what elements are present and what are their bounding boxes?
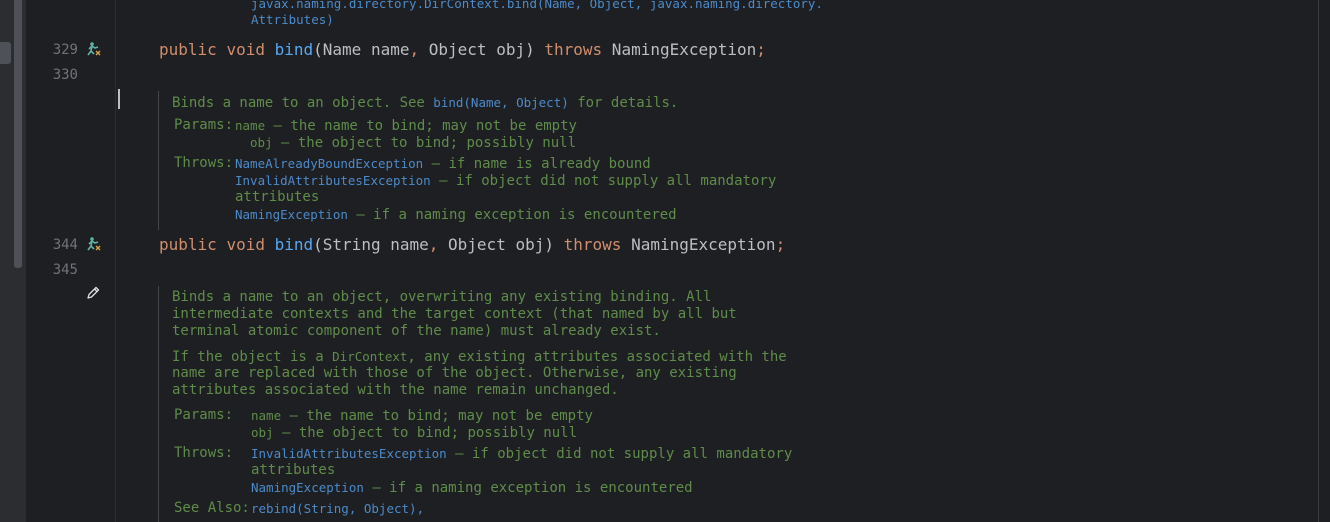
param-desc: – the object to bind; possibly null: [273, 425, 578, 441]
pencil-icon[interactable]: [85, 285, 101, 301]
throw-desc: – if a naming exception is encountered: [363, 480, 693, 496]
param-desc: – the name to bind; may not be empty: [281, 408, 593, 424]
exception-type: NamingException: [621, 235, 776, 254]
doc-paragraph: attributes associated with the name rema…: [172, 382, 619, 398]
doc-paragraph: intermediate contexts and the target con…: [172, 306, 737, 322]
throws-label: Throws:: [174, 155, 234, 171]
doc-see-also-fragment-cont[interactable]: Attributes): [251, 12, 334, 28]
exception-link[interactable]: NamingException: [235, 207, 348, 222]
param-name: obj: [250, 135, 273, 150]
see-also-link[interactable]: rebind(String, Object),: [251, 501, 424, 516]
exception-link[interactable]: NameAlreadyBoundException: [235, 156, 423, 171]
left-tool-strip: [0, 0, 26, 522]
line-number: 344: [52, 237, 78, 253]
keyword: public: [159, 235, 217, 254]
params-label: Params:: [174, 407, 234, 423]
doc-paragraph: If the object is a: [172, 349, 333, 365]
params-label: Params:: [174, 117, 234, 133]
param-name: name: [380, 235, 429, 254]
left-scrollbar[interactable]: [14, 0, 22, 268]
doc-link[interactable]: bind(Name, Object): [433, 95, 568, 110]
throw-desc-cont: attributes: [235, 189, 320, 205]
exception-link[interactable]: InvalidAttributesException: [235, 173, 431, 188]
method-name[interactable]: bind: [275, 235, 314, 254]
exception-link[interactable]: InvalidAttributesException: [251, 446, 447, 461]
semicolon: ;: [775, 235, 786, 254]
method-name[interactable]: bind: [275, 40, 314, 59]
keyword: throws: [544, 40, 603, 59]
implements-method-icon[interactable]: [85, 236, 101, 252]
paren: (: [313, 235, 323, 254]
doc-see-also-fragment[interactable]: javax.naming.directory.DirContext.bind(N…: [251, 0, 823, 12]
implements-method-icon[interactable]: [85, 41, 101, 57]
param: Object obj: [438, 235, 545, 254]
param-name: obj: [251, 425, 274, 440]
javadoc-rendered-rebind[interactable]: Binds a name to an object, overwriting a…: [158, 286, 819, 522]
throw-desc: – if object did not supply all mandatory: [446, 446, 793, 462]
keyword: void: [226, 40, 265, 59]
inline-code: DirContext: [332, 349, 408, 364]
param-desc: – the object to bind; possibly null: [272, 135, 577, 151]
exception-type: NamingException: [602, 40, 757, 59]
exception-link[interactable]: NamingException: [251, 480, 364, 495]
right-scrollbar-track[interactable]: [1318, 0, 1319, 522]
left-tool-tab[interactable]: [0, 42, 11, 64]
throw-desc: – if a naming exception is encountered: [347, 207, 677, 223]
keyword: public: [159, 40, 217, 59]
text-caret: [118, 89, 120, 109]
line-number: 330: [52, 67, 78, 83]
doc-paragraph: Binds a name to an object, overwriting a…: [172, 289, 712, 305]
param-name: name: [361, 40, 410, 59]
doc-paragraph: terminal atomic component of the name) m…: [172, 323, 661, 339]
doc-summary: Binds a name to an object. See: [172, 95, 434, 111]
comma: ,: [409, 40, 420, 59]
param-type: String: [322, 235, 381, 254]
throws-label: Throws:: [174, 445, 234, 461]
paren: ): [525, 40, 535, 59]
paren: (: [313, 40, 323, 59]
param-name: name: [235, 118, 266, 133]
keyword: throws: [563, 235, 622, 254]
param-desc: – the name to bind; may not be empty: [265, 118, 577, 134]
method-signature-bind-string[interactable]: public void bind(String name, Object obj…: [159, 234, 785, 256]
throw-desc: – if object did not supply all mandatory: [430, 173, 777, 189]
line-number: 345: [52, 262, 78, 278]
see-also-label: See Also:: [174, 500, 250, 516]
semicolon: ;: [756, 40, 766, 59]
throw-desc-cont: attributes: [251, 462, 336, 478]
comma: ,: [428, 235, 439, 254]
throw-desc: – if name is already bound: [423, 156, 651, 172]
doc-summary: for details.: [568, 95, 679, 111]
doc-paragraph: name are replaced with those of the obje…: [172, 365, 737, 381]
paren: ): [544, 235, 554, 254]
doc-paragraph: , any existing attributes associated wit…: [407, 349, 787, 365]
param-name: name: [251, 408, 282, 423]
method-signature-bind-name[interactable]: public void bind(Name name, Object obj) …: [159, 39, 766, 61]
javadoc-rendered-bind-string[interactable]: Binds a name to an object. See bind(Name…: [158, 91, 779, 230]
line-number: 329: [52, 42, 78, 58]
gutter-divider: [115, 0, 116, 522]
param: Object obj: [419, 40, 526, 59]
keyword: void: [226, 235, 265, 254]
param-type: Name: [322, 40, 362, 59]
